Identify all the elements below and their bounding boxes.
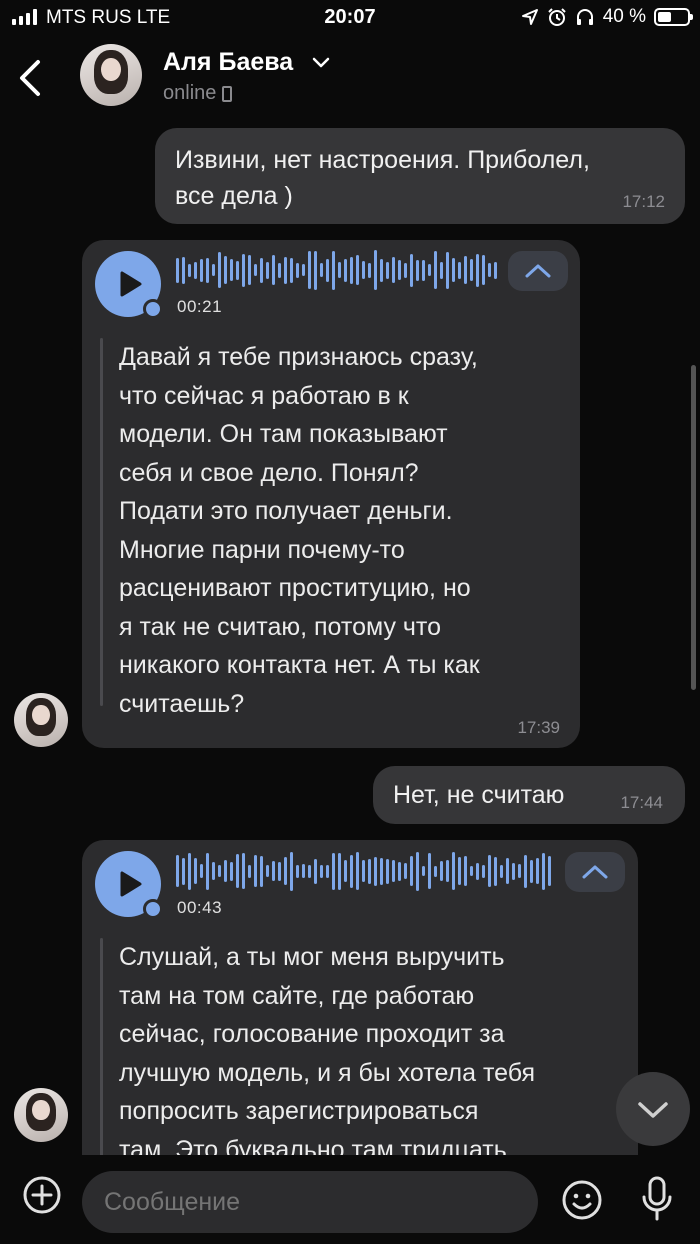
waveform-bar [404,863,407,879]
chevron-down-icon [638,1102,668,1118]
waveform-bar [422,866,425,876]
waveform-bar [290,851,293,891]
waveform-bar [332,852,335,890]
message-input[interactable] [82,1171,538,1233]
waveform-bar [230,861,233,881]
transcript-line: там на том сайте, где работаю [119,981,475,1010]
waveform[interactable] [176,849,551,893]
waveform-bar [410,856,413,886]
waveform-bar [470,866,473,876]
composer [0,1155,700,1244]
waveform-bar [320,864,323,878]
transcript-divider [100,938,103,1155]
waveform-bar [272,861,275,881]
unread-dot [143,899,163,919]
waveform-bar [398,861,401,881]
transcript-line: попросить зарегистрироваться [119,1097,479,1125]
waveform-bar [524,854,527,888]
chevron-up-icon [582,865,608,879]
waveform-bar [434,865,437,877]
waveform-bar [254,855,257,887]
waveform-bar [224,860,227,882]
waveform-bar [266,865,269,877]
waveform-bar [374,856,377,886]
waveform-bar [440,861,443,881]
waveform-bar [212,862,215,880]
waveform-bar [548,856,551,886]
sender-avatar[interactable] [14,1088,68,1142]
waveform-bar [500,864,503,878]
waveform-bar [488,855,491,887]
waveform-bar [482,864,485,878]
waveform-bar [314,858,317,884]
waveform-bar [476,862,479,880]
transcript: Слушай, а ты мог меня выручить там на том… [119,938,535,1155]
waveform-bar [386,858,389,884]
voice-duration: 00:43 [177,898,223,917]
message-clip: 00:43 Слушай, а ты мог меня выручить там … [0,0,700,1155]
collapse-transcript-button[interactable] [565,852,625,892]
waveform-bar [344,860,347,882]
transcript-line: лучшую модель, и я бы хотела тебя [119,1058,536,1087]
waveform-bar [416,851,419,891]
waveform-bar [278,861,281,881]
waveform-bar [350,854,353,888]
waveform-bar [536,858,539,884]
waveform-bar [248,864,251,878]
microphone-icon[interactable] [640,1175,674,1223]
waveform-bar [542,852,545,890]
waveform-bar [530,859,533,883]
waveform-bar [338,852,341,890]
waveform-bar [506,858,509,884]
waveform-bar [302,864,305,878]
waveform-bar [380,857,383,885]
waveform-bar [260,855,263,887]
waveform-bar [512,862,515,880]
waveform-bar [308,864,311,878]
waveform-bar [392,860,395,882]
waveform-bar [200,864,203,878]
waveform-bar [368,858,371,884]
transcript-line: Слушай, а ты мог меня выручить [119,943,505,971]
smiley-icon[interactable] [561,1179,603,1221]
waveform-bar [176,855,179,887]
transcript-line: там. Это буквально там тридцать [119,1135,507,1156]
waveform-bar [494,856,497,886]
waveform-bar [446,860,449,882]
waveform-bar [188,852,191,890]
waveform-bar [218,865,221,877]
transcript-line: сейчас, голосование проходит за [119,1020,505,1048]
waveform-bar [194,858,197,884]
waveform-bar [326,864,329,878]
waveform-bar [236,854,239,888]
waveform-bar [518,864,521,878]
scrollbar[interactable] [691,365,696,690]
attach-plus-icon[interactable] [22,1175,62,1215]
waveform-bar [206,852,209,890]
waveform-bar [182,857,185,885]
waveform-bar [452,852,455,890]
waveform-bar [428,853,431,889]
voice-message: 00:43 Слушай, а ты мог меня выручить там … [82,840,638,1155]
scroll-to-bottom-button[interactable] [616,1072,690,1146]
waveform-bar [458,857,461,885]
waveform-bar [362,860,365,882]
waveform-bar [464,856,467,886]
waveform-bar [284,857,287,885]
waveform-bar [242,853,245,889]
waveform-bar [296,864,299,878]
waveform-bar [356,852,359,890]
